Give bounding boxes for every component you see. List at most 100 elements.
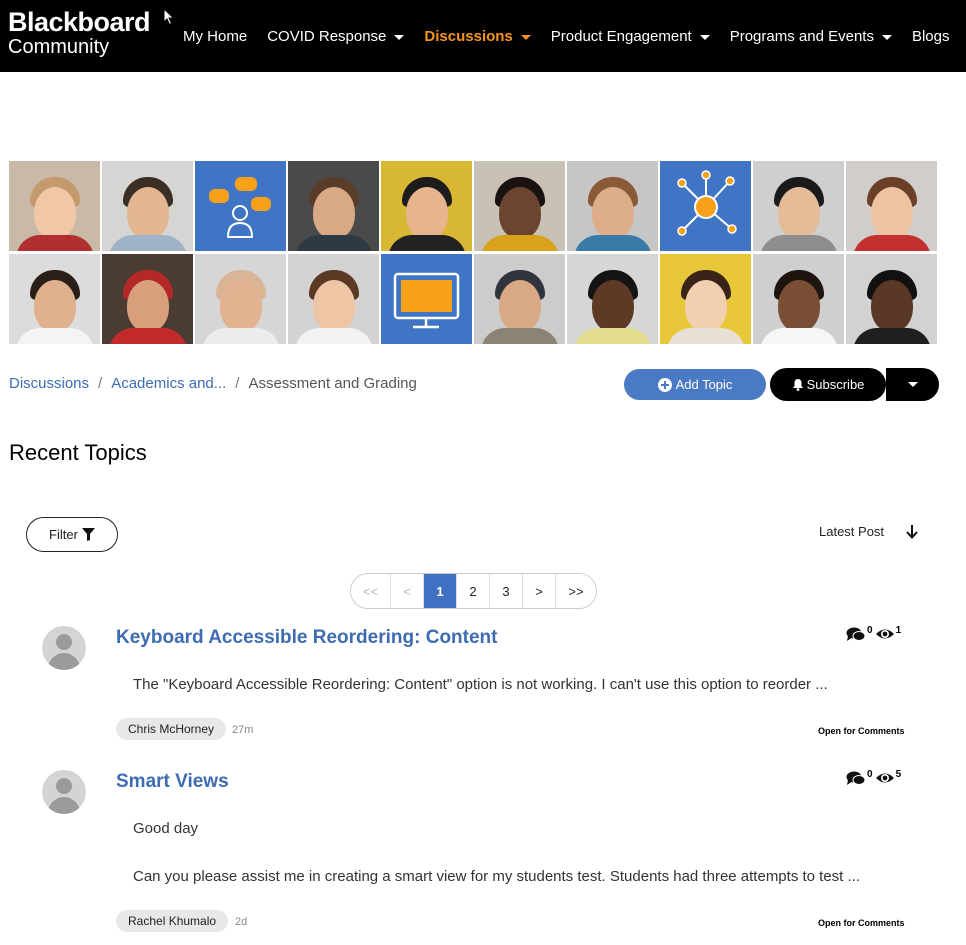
view-count: 1 [895,625,902,636]
pagination-page-2[interactable]: 2 [457,574,490,608]
views-stat: 5 [875,769,902,786]
monitor-icon [393,272,460,329]
banner-photo [195,254,286,344]
site-logo[interactable]: Blackboard Community [8,7,151,58]
banner-network-illustration [660,161,751,251]
banner-photo [846,254,937,344]
banner-photo [567,254,658,344]
topic-stats: 0 1 [846,626,903,642]
logo-text-line2: Community [8,36,110,58]
nav-discussions[interactable]: Discussions [424,27,531,47]
topic-title[interactable]: Keyboard Accessible Reordering: Content [116,627,497,649]
pagination-page-1[interactable]: 1 [424,574,457,608]
topic-stats: 0 5 [846,770,903,786]
topic-excerpt: The "Keyboard Accessible Reordering: Con… [133,676,828,693]
status-badge: Open for Comments [818,918,905,928]
breadcrumb-academics[interactable]: Academics and... [111,375,226,392]
nav-covid-response[interactable]: COVID Response [267,27,405,47]
pagination-next[interactable]: > [523,574,556,608]
sort-control[interactable]: Latest Post [819,524,918,539]
banner-photo [567,161,658,251]
author-tag[interactable]: Chris McHorney [116,718,227,740]
filter-funnel-icon [81,528,95,541]
reply-count: 0 [867,625,873,636]
banner-photo [753,161,844,251]
section-title: Recent Topics [9,440,147,465]
banner-photo [102,161,193,251]
add-topic-label: Add Topic [675,377,733,392]
topic-excerpt: Can you please assist me in creating a s… [133,868,861,885]
bell-icon [792,379,803,391]
post-time: 2d [235,916,248,928]
breadcrumb: Discussions / Academics and... / Assessm… [9,375,417,392]
pagination-previous[interactable]: < [391,574,424,608]
banner-photo [102,254,193,344]
filter-button[interactable]: Filter [26,517,118,552]
caret-down-icon [394,34,405,40]
pagination-last[interactable]: >> [556,574,596,608]
nav-label: Blogs [911,28,950,45]
filter-label: Filter [49,527,78,542]
caret-down-icon [699,34,710,40]
nav-product-engagement[interactable]: Product Engagement [551,27,710,47]
banner-chat-illustration [195,161,286,251]
avatar[interactable] [42,626,86,670]
eye-icon [875,629,894,639]
add-topic-button[interactable]: Add Topic [624,369,766,400]
breadcrumb-current: Assessment and Grading [248,375,417,392]
subscribe-label: Subscribe [806,377,865,392]
topic-excerpt-greeting: Good day [133,820,199,837]
status-badge: Open for Comments [818,726,905,736]
author-tag[interactable]: Rachel Khumalo [116,910,229,932]
subscribe-button[interactable]: Subscribe [770,368,886,401]
arrow-down-icon [906,524,918,539]
topic-title[interactable]: Smart Views [116,771,229,793]
banner-photo [474,161,565,251]
nav-label: Discussions [424,28,513,45]
banner-photo [9,254,100,344]
banner-photo [9,161,100,251]
banner-photo [846,161,937,251]
chat-bubbles-icon [209,177,271,238]
logo-text-line1: Blackboard [8,7,151,37]
banner-photo [288,254,379,344]
nav-blogs[interactable]: Blogs [912,27,950,47]
reply-count: 0 [867,769,873,780]
view-count: 5 [895,769,902,780]
banner-photo [753,254,844,344]
banner-photo [474,254,565,344]
nav-programs-and-events[interactable]: Programs and Events [730,27,892,47]
subscribe-options-dropdown[interactable] [886,368,939,401]
mouse-cursor-icon [163,8,175,26]
community-banner [9,161,939,344]
nav-label: COVID Response [267,28,387,45]
breadcrumb-discussions[interactable]: Discussions [9,375,89,392]
avatar[interactable] [42,770,86,814]
banner-photo [660,254,751,344]
nav-label: My Home [183,28,248,45]
banner-photo [288,161,379,251]
banner-photo [381,161,472,251]
caret-down-icon [881,34,892,40]
pagination-first[interactable]: << [351,574,391,608]
nav-label: Product Engagement [550,28,692,45]
eye-icon [875,773,894,783]
replies-stat: 0 [846,626,873,642]
comments-icon [846,771,866,785]
pagination: << < 1 2 3 > >> [350,573,597,609]
main-nav: My Home COVID Response Discussions Produ… [183,27,966,47]
breadcrumb-separator: / [98,375,103,392]
breadcrumb-separator: / [235,375,240,392]
post-time: 27m [232,724,254,736]
plus-circle-icon [657,377,672,392]
top-navigation-bar: Blackboard Community My Home COVID Respo… [0,0,966,72]
replies-stat: 0 [846,770,873,786]
comments-icon [846,627,866,641]
sort-label: Latest Post [819,524,885,539]
nav-label: Programs and Events [729,28,874,45]
nav-my-home[interactable]: My Home [183,27,247,47]
pagination-page-3[interactable]: 3 [490,574,523,608]
caret-down-icon [907,382,918,387]
views-stat: 1 [875,625,902,642]
caret-down-icon [520,34,531,40]
